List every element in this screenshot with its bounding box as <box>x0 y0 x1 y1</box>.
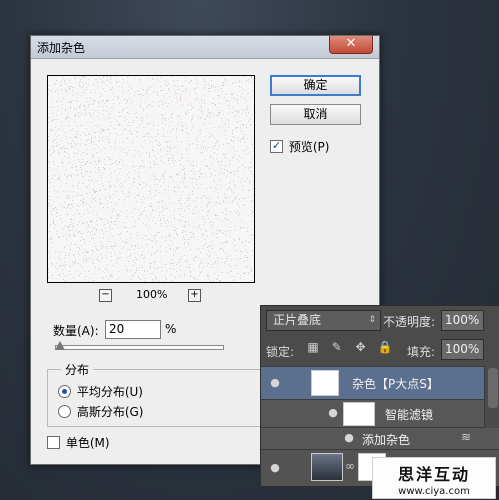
noise-preview-image <box>48 76 254 282</box>
close-icon: ✕ <box>345 36 357 51</box>
dialog-title: 添加杂色 <box>37 41 86 55</box>
background-eye-icon[interactable]: ● <box>267 461 283 474</box>
uniform-label: 平均分布(U) <box>76 385 143 399</box>
gaussian-option[interactable]: 高斯分布(G) <box>58 403 144 419</box>
noise-preview[interactable] <box>47 75 255 283</box>
watermark-url: www.ciya.com <box>398 486 470 497</box>
blend-mode-value: 正片叠底 <box>273 313 322 327</box>
layer-row-noise[interactable]: ● 杂色【P大点S】 <box>261 366 499 399</box>
zoom-controls: − 100% + <box>99 288 219 303</box>
visibility-eye-icon[interactable]: ● <box>267 376 283 389</box>
opacity-input[interactable]: 100% <box>441 310 484 331</box>
amount-unit: % <box>165 322 177 336</box>
minus-icon: − <box>101 289 110 300</box>
layer-row-smart-filters[interactable]: ● 智能滤镜 <box>261 399 499 427</box>
distribution-label: 分布 <box>61 361 94 378</box>
smart-filters-eye-icon[interactable]: ● <box>325 406 341 419</box>
add-noise-filter-label: 添加杂色 <box>362 433 411 447</box>
amount-slider-thumb[interactable] <box>55 341 65 350</box>
chain-link-icon[interactable]: ∞ <box>345 459 355 473</box>
layers-scrollbar[interactable] <box>484 366 499 428</box>
uniform-option[interactable]: 平均分布(U) <box>58 383 143 399</box>
layer-thumbnail <box>311 370 339 396</box>
smart-filter-mask-thumbnail <box>343 402 375 426</box>
layer-name-noise: 杂色【P大点S】 <box>352 377 439 391</box>
monochromatic-option[interactable]: 单色(M) <box>47 434 110 451</box>
lock-all-icon[interactable]: 🔒 <box>377 340 392 354</box>
lock-icons: ▦ ✎ ✥ 🔒 <box>306 340 397 354</box>
lock-transparent-pixels-icon[interactable]: ▦ <box>306 340 320 354</box>
fill-label: 填充: <box>407 345 436 359</box>
dropdown-arrow-icon: ⇕ <box>368 315 376 325</box>
zoom-out-button[interactable]: − <box>99 289 112 302</box>
layers-panel-header: 正片叠底 ⇕ 不透明度: 100% 锁定: ▦ ✎ ✥ 🔒 填充: 100% <box>261 306 499 366</box>
blend-mode-select[interactable]: 正片叠底 ⇕ <box>266 310 381 331</box>
ok-button[interactable]: 确定 <box>270 75 361 96</box>
site-watermark: 思洋互动 www.ciya.com <box>372 457 496 499</box>
filter-options-icon[interactable]: ≋ <box>461 430 471 444</box>
amount-slider-track[interactable] <box>55 345 224 350</box>
amount-input[interactable]: 20 <box>105 320 161 339</box>
cancel-button[interactable]: 取消 <box>270 104 361 125</box>
smart-filters-label: 智能滤镜 <box>385 408 434 422</box>
preview-label: 预览(P) <box>288 140 330 154</box>
gaussian-radio[interactable] <box>58 405 71 418</box>
amount-label: 数量(A): <box>53 324 99 338</box>
monochromatic-checkbox[interactable] <box>47 436 60 449</box>
preview-checkbox[interactable]: ✓ <box>270 140 283 153</box>
zoom-level: 100% <box>136 288 168 301</box>
scrollbar-thumb[interactable] <box>488 368 498 408</box>
lock-image-pixels-icon[interactable]: ✎ <box>330 340 344 354</box>
plus-icon: + <box>190 289 199 300</box>
watermark-title: 思洋互动 <box>397 465 470 484</box>
preview-option[interactable]: ✓ 预览(P) <box>270 138 330 154</box>
fill-input[interactable]: 100% <box>441 339 484 360</box>
uniform-radio[interactable] <box>58 385 71 398</box>
layer-row-add-noise-filter[interactable]: ● 添加杂色 ≋ <box>261 427 499 449</box>
background-layer-thumbnail <box>311 453 343 481</box>
zoom-in-button[interactable]: + <box>188 289 201 302</box>
lock-label: 锁定: <box>266 345 295 359</box>
lock-position-icon[interactable]: ✥ <box>354 340 368 354</box>
filter-eye-icon[interactable]: ● <box>341 431 357 444</box>
opacity-label: 不透明度: <box>383 315 436 329</box>
close-button[interactable]: ✕ <box>329 36 373 54</box>
monochromatic-label: 单色(M) <box>65 436 110 450</box>
gaussian-label: 高斯分布(G) <box>76 405 144 419</box>
dialog-titlebar[interactable]: 添加杂色 ✕ <box>31 36 379 59</box>
checkmark-icon: ✓ <box>271 139 282 152</box>
